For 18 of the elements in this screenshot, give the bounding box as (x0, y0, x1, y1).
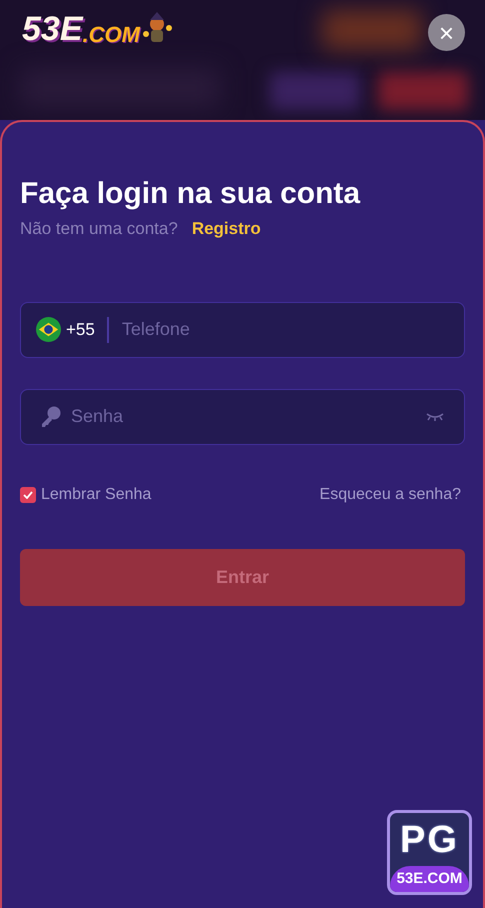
register-link[interactable]: Registro (192, 216, 261, 242)
subtitle: Não tem uma conta? (20, 218, 178, 240)
password-field[interactable]: Senha (20, 388, 465, 444)
key-icon (41, 406, 61, 428)
phone-field[interactable]: +55 Telefone (20, 302, 465, 358)
remember-checkbox[interactable] (20, 486, 36, 502)
logo: 53E.COM (22, 12, 140, 46)
country-code: +55 (66, 318, 95, 341)
forgot-password-link[interactable]: Esqueceu a senha? (320, 482, 461, 506)
flag-icon (36, 317, 61, 342)
pg-badge[interactable]: PG 53E.COM (387, 810, 472, 895)
remember-label: Lembrar Senha (41, 484, 152, 504)
check-icon (23, 490, 33, 498)
phone-input[interactable]: Telefone (122, 316, 449, 343)
password-input[interactable]: Senha (71, 403, 426, 430)
title: Faça login na sua conta (20, 176, 362, 212)
eye-closed-icon[interactable] (426, 412, 444, 422)
close-button[interactable]: × (428, 14, 465, 51)
